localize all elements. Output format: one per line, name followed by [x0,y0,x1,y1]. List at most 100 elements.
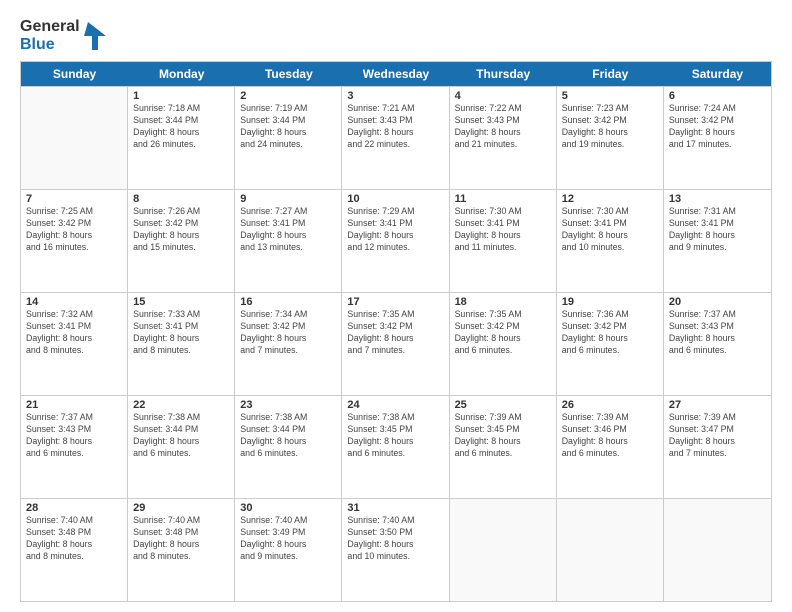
day-info: Sunrise: 7:36 AM Sunset: 3:42 PM Dayligh… [562,309,658,357]
day-number: 19 [562,296,658,308]
calendar-cell: 19Sunrise: 7:36 AM Sunset: 3:42 PM Dayli… [557,293,664,395]
day-info: Sunrise: 7:29 AM Sunset: 3:41 PM Dayligh… [347,206,443,254]
day-info: Sunrise: 7:34 AM Sunset: 3:42 PM Dayligh… [240,309,336,357]
calendar-cell [450,499,557,601]
day-number: 22 [133,399,229,411]
calendar-cell [664,499,771,601]
day-info: Sunrise: 7:33 AM Sunset: 3:41 PM Dayligh… [133,309,229,357]
calendar-row-3: 14Sunrise: 7:32 AM Sunset: 3:41 PM Dayli… [21,292,771,395]
calendar-cell: 17Sunrise: 7:35 AM Sunset: 3:42 PM Dayli… [342,293,449,395]
calendar-cell: 25Sunrise: 7:39 AM Sunset: 3:45 PM Dayli… [450,396,557,498]
day-info: Sunrise: 7:40 AM Sunset: 3:50 PM Dayligh… [347,515,443,563]
day-info: Sunrise: 7:22 AM Sunset: 3:43 PM Dayligh… [455,103,551,151]
calendar-cell: 20Sunrise: 7:37 AM Sunset: 3:43 PM Dayli… [664,293,771,395]
day-number: 24 [347,399,443,411]
calendar-cell: 11Sunrise: 7:30 AM Sunset: 3:41 PM Dayli… [450,190,557,292]
calendar-row-4: 21Sunrise: 7:37 AM Sunset: 3:43 PM Dayli… [21,395,771,498]
day-number: 23 [240,399,336,411]
calendar-cell: 18Sunrise: 7:35 AM Sunset: 3:42 PM Dayli… [450,293,557,395]
calendar-row-5: 28Sunrise: 7:40 AM Sunset: 3:48 PM Dayli… [21,498,771,601]
day-number: 4 [455,90,551,102]
calendar-cell: 5Sunrise: 7:23 AM Sunset: 3:42 PM Daylig… [557,87,664,189]
calendar-cell: 23Sunrise: 7:38 AM Sunset: 3:44 PM Dayli… [235,396,342,498]
day-number: 8 [133,193,229,205]
day-info: Sunrise: 7:30 AM Sunset: 3:41 PM Dayligh… [562,206,658,254]
day-info: Sunrise: 7:18 AM Sunset: 3:44 PM Dayligh… [133,103,229,151]
calendar-cell: 22Sunrise: 7:38 AM Sunset: 3:44 PM Dayli… [128,396,235,498]
calendar-cell: 1Sunrise: 7:18 AM Sunset: 3:44 PM Daylig… [128,87,235,189]
day-info: Sunrise: 7:27 AM Sunset: 3:41 PM Dayligh… [240,206,336,254]
day-number: 6 [669,90,766,102]
calendar-cell: 7Sunrise: 7:25 AM Sunset: 3:42 PM Daylig… [21,190,128,292]
calendar-cell: 12Sunrise: 7:30 AM Sunset: 3:41 PM Dayli… [557,190,664,292]
day-number: 1 [133,90,229,102]
day-number: 11 [455,193,551,205]
calendar-cell: 9Sunrise: 7:27 AM Sunset: 3:41 PM Daylig… [235,190,342,292]
day-info: Sunrise: 7:23 AM Sunset: 3:42 PM Dayligh… [562,103,658,151]
calendar-cell: 3Sunrise: 7:21 AM Sunset: 3:43 PM Daylig… [342,87,449,189]
calendar-row-1: 1Sunrise: 7:18 AM Sunset: 3:44 PM Daylig… [21,86,771,189]
calendar-cell: 10Sunrise: 7:29 AM Sunset: 3:41 PM Dayli… [342,190,449,292]
day-number: 28 [26,502,122,514]
day-number: 17 [347,296,443,308]
day-number: 30 [240,502,336,514]
day-number: 3 [347,90,443,102]
header-day-wednesday: Wednesday [342,62,449,86]
calendar-cell: 26Sunrise: 7:39 AM Sunset: 3:46 PM Dayli… [557,396,664,498]
day-info: Sunrise: 7:39 AM Sunset: 3:45 PM Dayligh… [455,412,551,460]
calendar-cell: 8Sunrise: 7:26 AM Sunset: 3:42 PM Daylig… [128,190,235,292]
calendar-cell: 14Sunrise: 7:32 AM Sunset: 3:41 PM Dayli… [21,293,128,395]
day-number: 10 [347,193,443,205]
day-info: Sunrise: 7:40 AM Sunset: 3:48 PM Dayligh… [26,515,122,563]
day-number: 9 [240,193,336,205]
header-day-thursday: Thursday [450,62,557,86]
day-number: 26 [562,399,658,411]
header: General Blue [20,18,772,53]
day-info: Sunrise: 7:21 AM Sunset: 3:43 PM Dayligh… [347,103,443,151]
day-info: Sunrise: 7:19 AM Sunset: 3:44 PM Dayligh… [240,103,336,151]
day-info: Sunrise: 7:30 AM Sunset: 3:41 PM Dayligh… [455,206,551,254]
calendar-cell: 30Sunrise: 7:40 AM Sunset: 3:49 PM Dayli… [235,499,342,601]
calendar-cell: 24Sunrise: 7:38 AM Sunset: 3:45 PM Dayli… [342,396,449,498]
day-info: Sunrise: 7:32 AM Sunset: 3:41 PM Dayligh… [26,309,122,357]
day-info: Sunrise: 7:31 AM Sunset: 3:41 PM Dayligh… [669,206,766,254]
calendar-cell [21,87,128,189]
header-day-saturday: Saturday [664,62,771,86]
day-info: Sunrise: 7:26 AM Sunset: 3:42 PM Dayligh… [133,206,229,254]
day-info: Sunrise: 7:24 AM Sunset: 3:42 PM Dayligh… [669,103,766,151]
calendar-cell [557,499,664,601]
day-number: 18 [455,296,551,308]
day-number: 16 [240,296,336,308]
day-info: Sunrise: 7:39 AM Sunset: 3:46 PM Dayligh… [562,412,658,460]
calendar-cell: 28Sunrise: 7:40 AM Sunset: 3:48 PM Dayli… [21,499,128,601]
day-number: 5 [562,90,658,102]
day-number: 7 [26,193,122,205]
calendar-cell: 6Sunrise: 7:24 AM Sunset: 3:42 PM Daylig… [664,87,771,189]
calendar-cell: 27Sunrise: 7:39 AM Sunset: 3:47 PM Dayli… [664,396,771,498]
day-number: 29 [133,502,229,514]
day-number: 15 [133,296,229,308]
day-info: Sunrise: 7:40 AM Sunset: 3:49 PM Dayligh… [240,515,336,563]
page: General Blue SundayMondayTuesdayWednesda… [0,0,792,612]
day-number: 25 [455,399,551,411]
day-number: 20 [669,296,766,308]
day-info: Sunrise: 7:37 AM Sunset: 3:43 PM Dayligh… [26,412,122,460]
logo-general: General [20,18,80,36]
calendar-row-2: 7Sunrise: 7:25 AM Sunset: 3:42 PM Daylig… [21,189,771,292]
day-number: 2 [240,90,336,102]
calendar-header: SundayMondayTuesdayWednesdayThursdayFrid… [21,62,771,86]
day-info: Sunrise: 7:39 AM Sunset: 3:47 PM Dayligh… [669,412,766,460]
calendar-body: 1Sunrise: 7:18 AM Sunset: 3:44 PM Daylig… [21,86,771,601]
header-day-tuesday: Tuesday [235,62,342,86]
calendar: SundayMondayTuesdayWednesdayThursdayFrid… [20,61,772,602]
calendar-cell: 13Sunrise: 7:31 AM Sunset: 3:41 PM Dayli… [664,190,771,292]
day-info: Sunrise: 7:38 AM Sunset: 3:44 PM Dayligh… [240,412,336,460]
header-day-friday: Friday [557,62,664,86]
day-info: Sunrise: 7:38 AM Sunset: 3:45 PM Dayligh… [347,412,443,460]
calendar-cell: 16Sunrise: 7:34 AM Sunset: 3:42 PM Dayli… [235,293,342,395]
day-number: 12 [562,193,658,205]
day-info: Sunrise: 7:25 AM Sunset: 3:42 PM Dayligh… [26,206,122,254]
header-day-sunday: Sunday [21,62,128,86]
calendar-cell: 4Sunrise: 7:22 AM Sunset: 3:43 PM Daylig… [450,87,557,189]
logo: General Blue [20,18,106,53]
